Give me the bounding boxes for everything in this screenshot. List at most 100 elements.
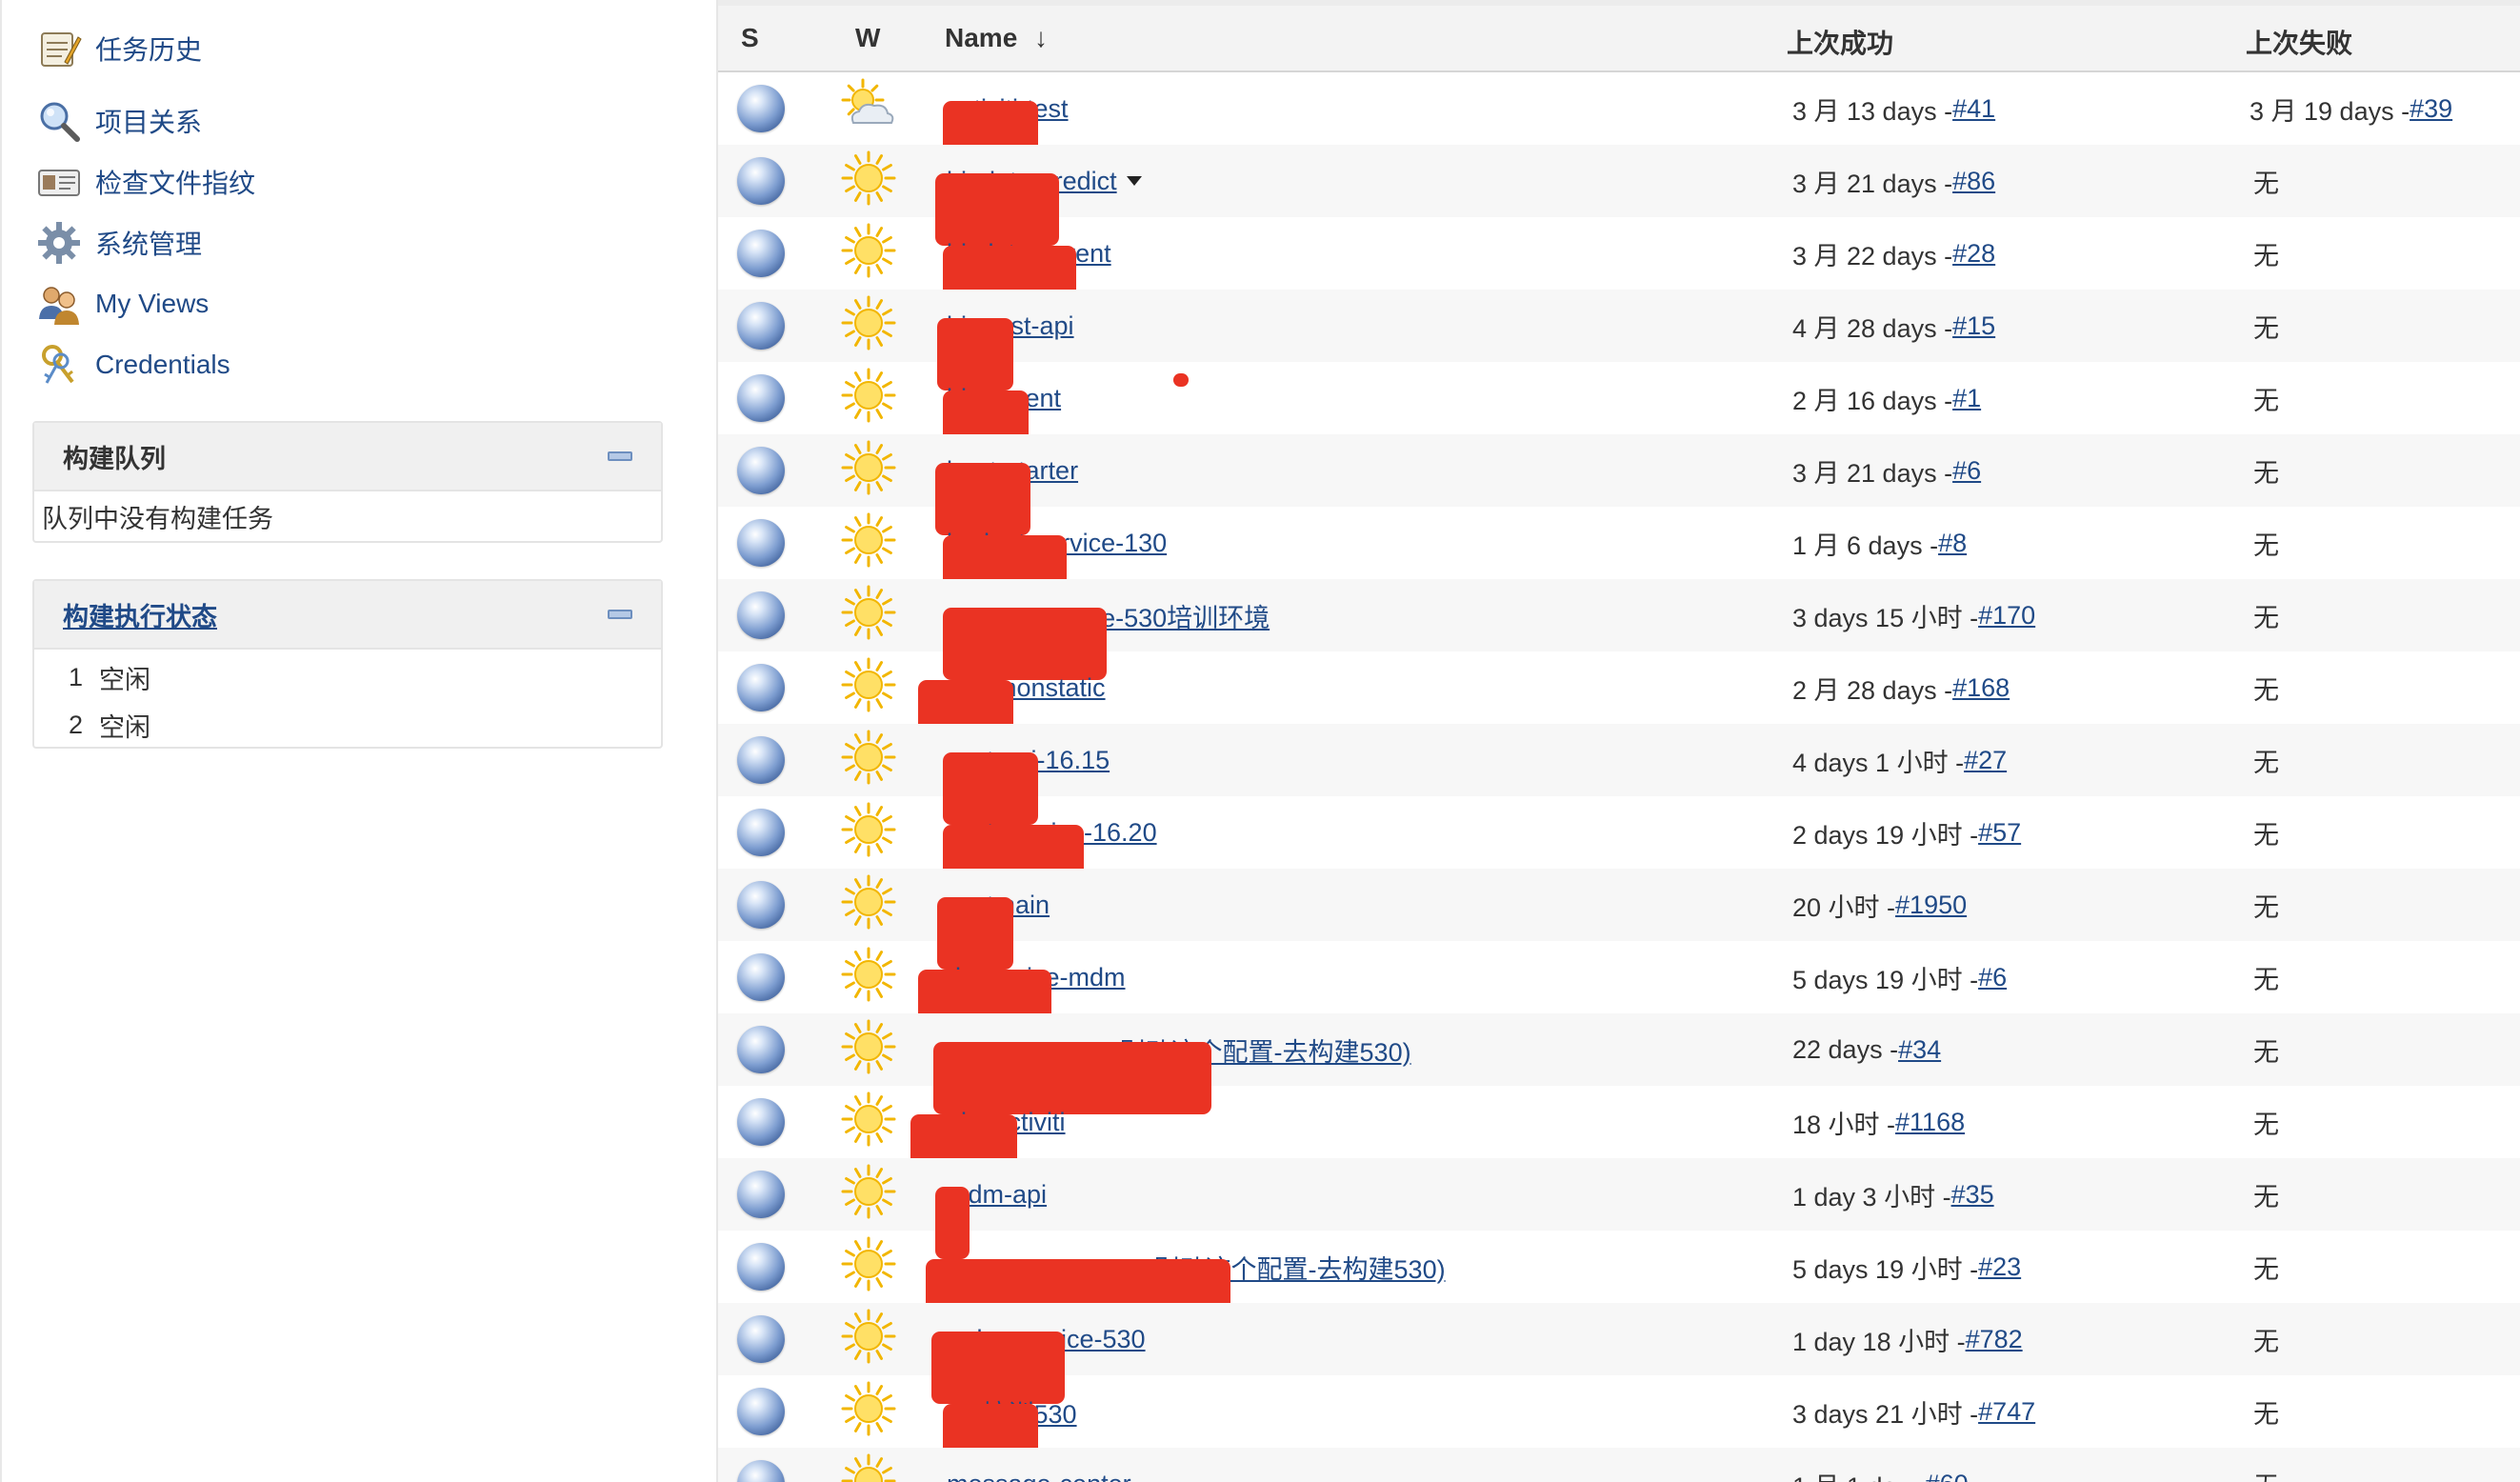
weather-cell	[838, 869, 899, 941]
last-success-build-link[interactable]: #60	[1926, 1470, 1969, 1482]
table-row: costmain20 小时 - #1950无	[718, 869, 2520, 970]
last-success-build-link[interactable]: #27	[1964, 746, 2007, 775]
last-failure-cell: 无	[2250, 362, 2279, 434]
last-success-cell: 1 月 6 days - #8	[1792, 507, 1967, 579]
last-success-cell: 4 days 1 小时 - #27	[1792, 724, 2007, 796]
last-failure-cell: 无	[2250, 651, 2279, 724]
last-success-build-link[interactable]: #41	[1952, 94, 1995, 124]
redaction-mark	[1173, 373, 1189, 387]
last-failure-none: 无	[2253, 892, 2279, 922]
status-cell	[733, 1303, 789, 1375]
status-cell	[733, 290, 789, 362]
header-name[interactable]: Name ↓	[945, 23, 1048, 53]
last-success-build-link[interactable]: #1168	[1895, 1108, 1965, 1137]
users-icon	[36, 281, 82, 327]
last-failure-build-link[interactable]: #39	[2410, 94, 2452, 124]
header-name-label[interactable]: Name	[945, 23, 1017, 52]
status-cell	[733, 1448, 789, 1482]
chevron-down-icon[interactable]	[1126, 176, 1142, 186]
task-label[interactable]: 任务历史	[95, 30, 202, 68]
weather-sunny-icon	[840, 439, 897, 503]
last-success-time: 2 days 19 小时 -	[1792, 820, 1979, 850]
table-row: cost-service-16.202 days 19 小时 - #57无	[718, 796, 2520, 897]
task-label[interactable]: 系统管理	[95, 224, 202, 262]
table-row: boot-starter3 月 21 days - #6无	[718, 434, 2520, 535]
weather-sunny-icon	[840, 511, 897, 575]
executor-status-pane: 构建执行状态 1 空闲 2 空闲	[32, 579, 663, 749]
header-last-success[interactable]: 上次成功	[1787, 23, 1893, 61]
status-cell	[733, 434, 789, 507]
last-failure-cell: 无	[2250, 869, 2279, 941]
header-status[interactable]: S	[741, 23, 759, 53]
last-success-build-link[interactable]: #86	[1952, 167, 1995, 196]
task-manage-jenkins[interactable]: 系统管理	[36, 217, 202, 269]
last-failure-none: 无	[2253, 241, 2279, 270]
last-success-build-link[interactable]: #1	[1952, 384, 1981, 413]
executor-number: 1	[69, 662, 84, 691]
job-name-link[interactable]: message-center	[947, 1470, 1131, 1482]
fingerprint-card-icon	[36, 159, 82, 205]
task-label[interactable]: Credentials	[95, 350, 230, 380]
last-success-build-link[interactable]: #168	[1952, 673, 2010, 703]
status-ball-icon	[737, 519, 785, 567]
last-failure-cell: 无	[2250, 217, 2279, 290]
last-success-time: 4 月 28 days -	[1792, 313, 1953, 343]
last-failure-none: 无	[2253, 1327, 2279, 1356]
weather-cell	[838, 651, 899, 724]
last-failure-cell: 无	[2250, 724, 2279, 796]
executor-status-title[interactable]: 构建执行状态	[63, 596, 217, 633]
last-success-build-link[interactable]: #34	[1898, 1035, 1941, 1065]
last-success-cell: 2 月 28 days - #168	[1792, 651, 2010, 724]
last-success-build-link[interactable]: #1950	[1895, 891, 1967, 920]
weather-sunny-icon	[840, 294, 897, 358]
table-row: md培训5303 days 21 小时 - #747无	[718, 1375, 2520, 1476]
last-success-build-link[interactable]: #15	[1952, 311, 1995, 341]
status-cell	[733, 507, 789, 579]
last-failure-cell: 3 月 19 days - #39	[2250, 72, 2452, 145]
task-label[interactable]: 项目关系	[95, 102, 202, 140]
last-success-build-link[interactable]: #747	[1978, 1397, 2035, 1427]
last-success-cell: 4 月 28 days - #15	[1792, 290, 1995, 362]
last-failure-cell: 无	[2250, 1375, 2279, 1448]
last-failure-none: 无	[2253, 1254, 2279, 1284]
status-ball-icon	[737, 664, 785, 711]
header-weather[interactable]: W	[855, 23, 880, 53]
last-success-build-link[interactable]: #782	[1966, 1325, 2023, 1354]
job-name-cell: message-center	[947, 1448, 1131, 1482]
weather-cell	[838, 579, 899, 651]
build-queue-header: 构建队列	[34, 423, 661, 491]
build-queue-pane: 构建队列 队列中没有构建任务	[32, 421, 663, 543]
last-success-build-link[interactable]: #23	[1978, 1252, 2021, 1282]
weather-sunny-icon	[840, 946, 897, 1010]
status-ball-icon	[737, 953, 785, 1001]
last-success-build-link[interactable]: #6	[1978, 963, 2007, 992]
header-last-failure[interactable]: 上次失败	[2246, 23, 2352, 61]
last-success-build-link[interactable]: #35	[1951, 1180, 1994, 1210]
status-cell	[733, 651, 789, 724]
last-success-build-link[interactable]: #8	[1938, 529, 1967, 558]
task-credentials[interactable]: Credentials	[36, 339, 230, 391]
last-success-build-link[interactable]: #57	[1978, 818, 2021, 848]
status-ball-icon	[737, 1098, 785, 1146]
last-failure-none: 无	[2253, 1037, 2279, 1067]
last-success-time: 2 月 16 days -	[1792, 386, 1953, 415]
last-success-time: 5 days 19 小时 -	[1792, 1254, 1979, 1284]
weather-cell	[838, 724, 899, 796]
table-row: dms-price-mdm5 days 19 小时 - #6无	[718, 941, 2520, 1042]
last-failure-none: 无	[2253, 603, 2279, 632]
last-success-cell: 3 月 21 days - #6	[1792, 434, 1981, 507]
task-label[interactable]: My Views	[95, 289, 209, 319]
status-ball-icon	[737, 302, 785, 350]
task-fingerprint-check[interactable]: 检查文件指纹	[36, 156, 255, 208]
collapse-icon[interactable]	[608, 610, 632, 619]
task-label[interactable]: 检查文件指纹	[95, 163, 255, 201]
task-my-views[interactable]: My Views	[36, 278, 209, 330]
last-success-build-link[interactable]: #6	[1952, 456, 1981, 486]
last-success-build-link[interactable]: #28	[1952, 239, 1995, 269]
collapse-icon[interactable]	[608, 451, 632, 461]
last-failure-cell: 无	[2250, 507, 2279, 579]
last-failure-none: 无	[2253, 748, 2279, 777]
task-build-history[interactable]: 任务历史	[36, 23, 202, 74]
last-success-build-link[interactable]: #170	[1978, 601, 2035, 631]
task-project-relationship[interactable]: 项目关系	[36, 95, 202, 147]
